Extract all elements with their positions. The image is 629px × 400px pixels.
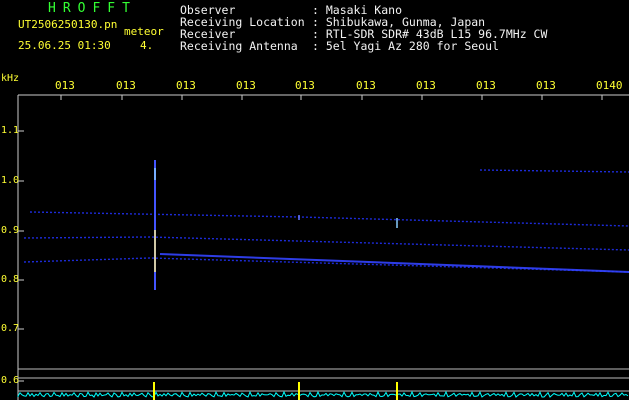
y-tick-label: 0.9: [1, 225, 20, 236]
x-tick-label: 013: [176, 79, 196, 92]
spectrogram-plot: [17, 94, 629, 400]
main-carrier-trace: [159, 253, 629, 273]
y-tick-label: 0.8: [1, 274, 20, 285]
meteor-label: meteor: [124, 25, 164, 38]
y-tick-label: 1.1: [1, 125, 20, 136]
y-tick-label: 1.0: [1, 175, 20, 186]
x-tick-label: 013: [356, 79, 376, 92]
antenna-value: : 5el Yagi Az 280 for Seoul: [312, 39, 499, 53]
x-tick-label: 013: [536, 79, 556, 92]
y-tick-label: 0.7: [1, 323, 20, 334]
x-tick-label: 013: [416, 79, 436, 92]
meteor-count: 4.: [140, 39, 154, 52]
x-tick-label: 0140: [596, 79, 623, 92]
x-tick-label: 013: [116, 79, 136, 92]
app-title: HROFFT: [48, 1, 137, 16]
carrier-trace: [29, 211, 629, 227]
datetime: 25.06.25 01:30: [18, 39, 111, 52]
spectrogram-screen: HROFFT UT2506250130.pn meteor 25.06.25 0…: [0, 0, 629, 400]
x-tick-label: 013: [236, 79, 256, 92]
signal-traces: [23, 160, 629, 290]
x-tick-label: 013: [476, 79, 496, 92]
y-axis-unit: kHz: [1, 73, 20, 84]
carrier-trace: [479, 169, 629, 173]
amplitude-noise: [17, 390, 629, 398]
x-tick-label: 013: [295, 79, 315, 92]
antenna-label: Receiving Antenna: [180, 39, 298, 53]
y-tick-label: 0.6: [1, 375, 20, 386]
carrier-trace: [23, 236, 629, 251]
x-tick-label: 013: [55, 79, 75, 92]
filename: UT2506250130.pn: [18, 18, 118, 31]
